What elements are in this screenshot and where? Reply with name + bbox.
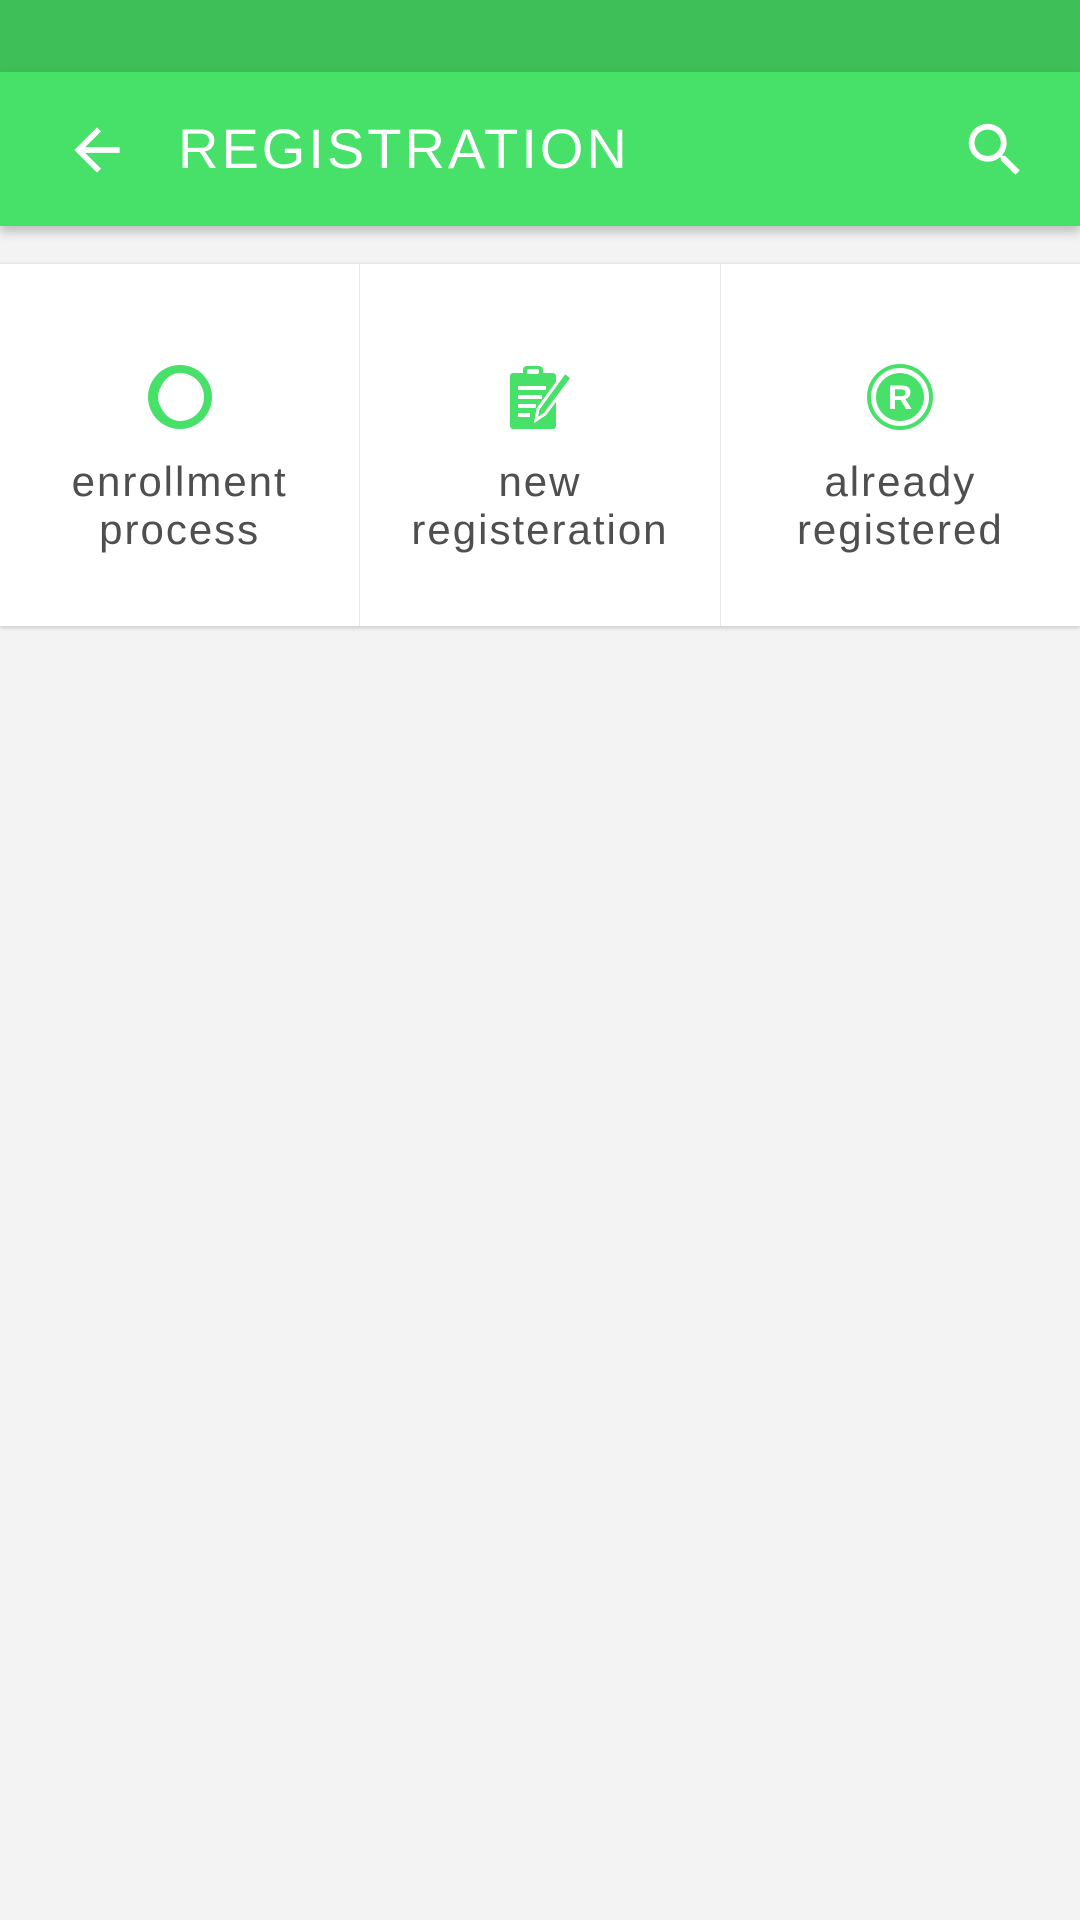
ring-progress-icon	[147, 365, 212, 429]
tile-already-registered[interactable]: R already registered	[719, 264, 1080, 626]
registered-icon-wrap: R	[867, 364, 934, 430]
tile-label: already registered	[796, 458, 1004, 553]
registration-options-card: enrollment process new registeration R a…	[0, 263, 1080, 626]
tile-enrollment-process[interactable]: enrollment process	[0, 264, 359, 626]
app-bar: REGISTRATION	[0, 72, 1080, 226]
clipboard-edit-icon	[509, 366, 573, 429]
arrow-left-icon	[74, 127, 120, 173]
registered-icon: R	[867, 364, 934, 430]
search-icon	[968, 123, 1020, 175]
search-button[interactable]	[950, 105, 1040, 195]
status-bar	[0, 0, 1080, 72]
page-title: REGISTRATION	[178, 117, 630, 180]
tile-label: enrollment process	[71, 458, 288, 553]
back-button[interactable]	[52, 105, 142, 195]
svg-text:R: R	[888, 379, 913, 417]
ring-progress-icon-wrap	[147, 364, 213, 430]
tile-label: new registeration	[411, 458, 669, 553]
clipboard-edit-icon-wrap	[507, 364, 573, 430]
tile-new-registeration[interactable]: new registeration	[359, 264, 719, 626]
